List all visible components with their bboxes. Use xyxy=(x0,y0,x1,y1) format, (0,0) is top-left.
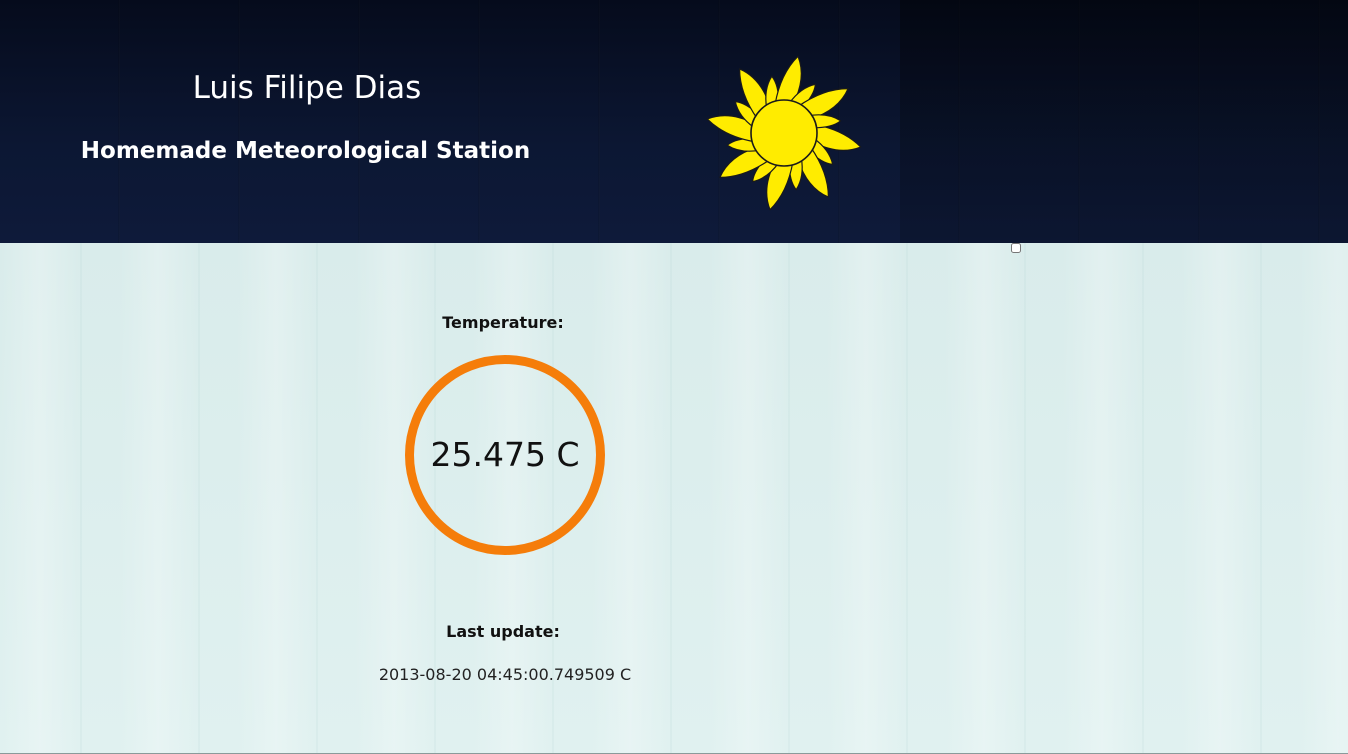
header-shade xyxy=(900,0,1348,243)
site-title: Luis Filipe Dias xyxy=(192,70,422,106)
temperature-label: Temperature: xyxy=(442,313,564,332)
sun-icon xyxy=(706,55,862,211)
temperature-value: 25.475 C xyxy=(430,435,580,474)
last-update-value: 2013-08-20 04:45:00.749509 C xyxy=(378,665,632,684)
toggle-checkbox[interactable] xyxy=(1011,243,1021,253)
last-update-label: Last update: xyxy=(446,622,560,641)
page-header: Luis Filipe Dias Homemade Meteorological… xyxy=(0,0,1348,243)
site-subtitle: Homemade Meteorological Station xyxy=(80,138,531,164)
